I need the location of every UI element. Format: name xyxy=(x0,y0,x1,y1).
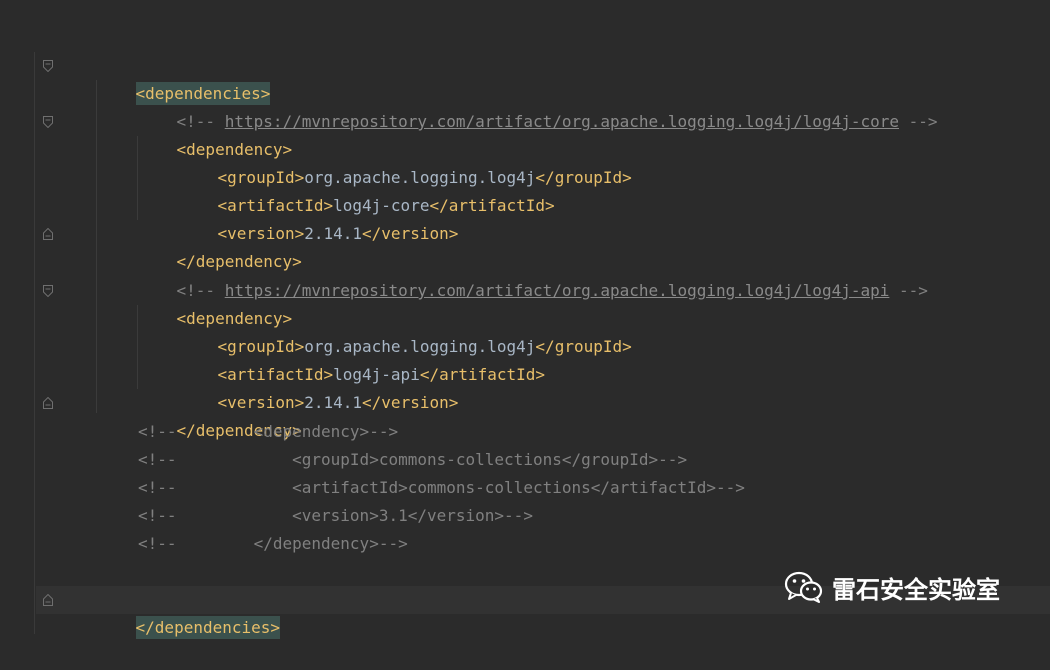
fold-open-icon[interactable] xyxy=(43,285,53,297)
code-line-commented[interactable]: <!-- <dependency>--> xyxy=(138,418,398,446)
code-line[interactable]: <version>2.14.1</version> xyxy=(179,361,459,412)
code-line[interactable]: <groupId>org.apache.logging.log4j</group… xyxy=(179,305,632,356)
tag-close: </groupId> xyxy=(535,337,632,356)
wechat-icon xyxy=(784,571,824,603)
comment-end: --> xyxy=(899,112,938,131)
code-line[interactable]: <!-- https://mvnrepository.com/artifact/… xyxy=(138,80,938,131)
repository-link[interactable]: https://mvnrepository.com/artifact/org.a… xyxy=(225,112,899,131)
fold-close-icon[interactable] xyxy=(43,397,53,409)
code-line-commented[interactable]: <!-- </dependency>--> xyxy=(138,530,408,558)
code-line[interactable]: <dependencies> xyxy=(97,52,271,105)
code-line[interactable]: <artifactId>log4j-core</artifactId> xyxy=(179,164,555,215)
code-line[interactable]: <artifactId>log4j-api</artifactId> xyxy=(179,333,546,384)
code-line[interactable]: <!-- https://mvnrepository.com/artifact/… xyxy=(138,249,928,300)
version-value: 2.14.1 xyxy=(304,393,363,412)
watermark: 雷石安全实验室 xyxy=(784,569,1000,605)
fold-open-icon[interactable] xyxy=(43,116,53,128)
code-editor[interactable]: <dependencies> <!-- https://mvnrepositor… xyxy=(0,0,1050,639)
tag-close: </version> xyxy=(362,224,459,243)
code-line[interactable]: <version>2.14.1</version> xyxy=(179,192,459,243)
code-line[interactable]: <dependency> xyxy=(138,277,293,328)
code-line[interactable]: </dependencies> xyxy=(97,586,281,639)
gutter-divider xyxy=(34,52,35,634)
comment-end: --> xyxy=(889,281,928,300)
version-value: 2.14.1 xyxy=(304,224,363,243)
repository-link[interactable]: https://mvnrepository.com/artifact/org.a… xyxy=(225,281,890,300)
code-line[interactable]: <groupId>org.apache.logging.log4j</group… xyxy=(179,136,632,187)
watermark-text: 雷石安全实验室 xyxy=(832,575,1000,604)
tag-dependencies-close: </dependencies> xyxy=(135,616,281,639)
fold-open-icon[interactable] xyxy=(43,60,53,72)
code-line[interactable]: <dependency> xyxy=(138,108,293,159)
code-line-commented[interactable]: <!-- <artifactId>commons-collections</ar… xyxy=(138,474,745,502)
fold-close-icon[interactable] xyxy=(43,228,53,240)
code-line[interactable]: </dependency> xyxy=(138,220,302,271)
fold-close-icon[interactable] xyxy=(43,594,53,606)
code-line-commented[interactable]: <!-- <version>3.1</version>--> xyxy=(138,502,533,530)
tag-close: </version> xyxy=(362,393,459,412)
code-line-commented[interactable]: <!-- <groupId>commons-collections</group… xyxy=(138,446,687,474)
code-line[interactable]: </dependency> xyxy=(138,389,302,440)
